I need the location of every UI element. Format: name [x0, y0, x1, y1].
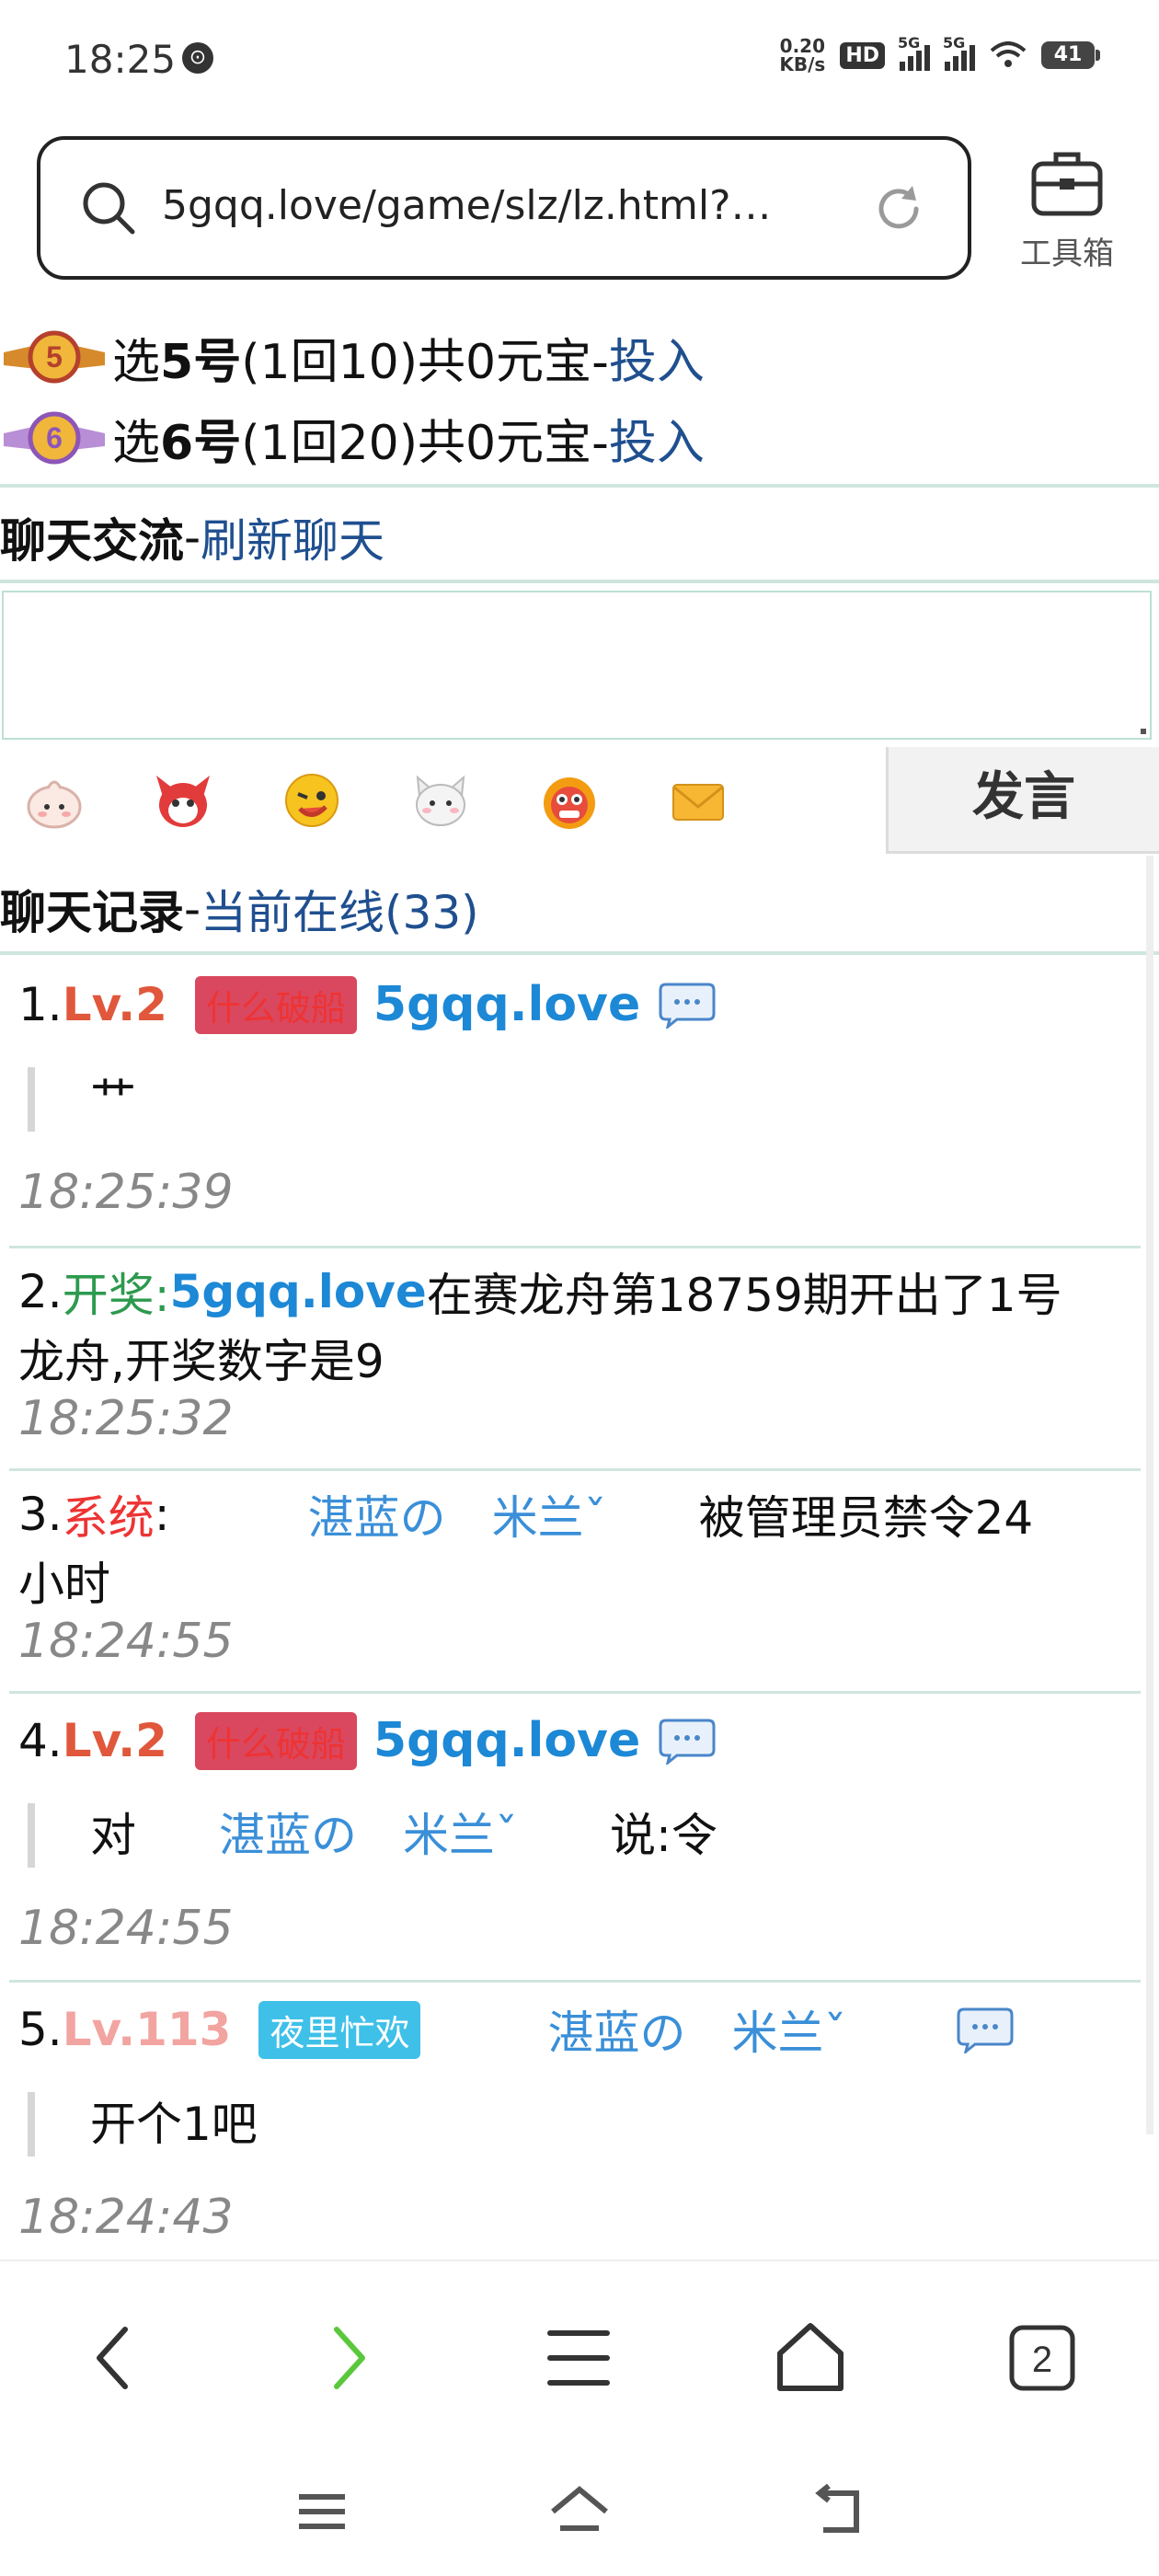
svg-text:5: 5 — [46, 340, 63, 374]
chat-message: 4. Lv.2 什么破船 5gqq.love 对湛蓝の 米兰ˇ 说:令 18:24:… — [18, 1704, 1141, 1956]
battery-icon: 41 — [1041, 41, 1100, 69]
url-text[interactable]: 5gqq.love/game/slz/lz.html?… — [162, 182, 771, 229]
svg-text:2: 2 — [1032, 2340, 1052, 2380]
address-bar[interactable]: 5gqq.love/game/slz/lz.html?… — [37, 136, 971, 280]
chat-heading: 聊天交流 - 刷新聊天 — [0, 504, 384, 570]
user-tag: 什么破船 — [194, 975, 357, 1034]
reload-icon[interactable] — [870, 180, 927, 237]
chat-bubble-icon[interactable] — [659, 981, 716, 1029]
wifi-icon — [990, 41, 1027, 67]
number-5-badge-icon: 5 — [4, 330, 105, 384]
bun-emoji-icon[interactable] — [22, 768, 86, 833]
signal-icon-2: 5G — [943, 34, 975, 71]
message-time: 18:24:55 — [18, 1614, 234, 1669]
username-link[interactable]: 湛蓝の 米兰ˇ — [308, 1481, 607, 1547]
refresh-chat-link[interactable]: 刷新聊天 — [201, 504, 384, 570]
system-nav-bar — [0, 2447, 1159, 2576]
divider — [9, 1980, 1141, 1983]
chat-message: 3. 系统: 湛蓝の 米兰ˇ 被管理员禁令24 小时 18:24:55 — [18, 1481, 1141, 1669]
status-time: 18:25 — [64, 37, 177, 82]
user-level: Lv.2 — [62, 1714, 167, 1767]
message-time: 18:24:55 — [18, 1901, 234, 1956]
username-link[interactable]: 湛蓝の 米兰ˇ — [547, 1996, 846, 2063]
divider — [9, 1468, 1141, 1471]
chat-bubble-icon[interactable] — [659, 1717, 716, 1765]
send-button[interactable]: 发言 — [886, 747, 1159, 854]
divider — [0, 580, 1159, 583]
toolbox-label: 工具箱 — [1020, 236, 1114, 272]
status-bar: 18:25 ⊙ 0.20 KB/s HD 5G 5G 41 — [0, 0, 1159, 120]
message-text: 艹 — [28, 1067, 1141, 1132]
number-6-badge-icon: 6 — [4, 411, 105, 465]
vpn-icon: ⊙ — [182, 42, 213, 74]
chat-input[interactable] — [2, 591, 1152, 740]
invest-link-5[interactable]: 投入 — [609, 323, 705, 392]
svg-text:6: 6 — [46, 421, 63, 454]
user-tag: 夜里忙欢 — [258, 2000, 421, 2059]
resize-handle[interactable] — [1141, 729, 1146, 734]
divider — [0, 484, 1159, 488]
cat-emoji-icon[interactable] — [408, 768, 473, 833]
username-link[interactable]: 5gqq.love — [170, 1265, 427, 1318]
home-icon[interactable] — [769, 2317, 852, 2399]
back-icon[interactable] — [74, 2317, 156, 2399]
username-link[interactable]: 5gqq.love — [373, 977, 640, 1032]
divider — [0, 951, 1159, 955]
chat-message: 5. Lv.113 夜里忙欢 湛蓝の 米兰ˇ 开个1吧 18:24:43 — [18, 1993, 1141, 2245]
system-home-icon[interactable] — [547, 2484, 612, 2539]
forward-icon[interactable] — [305, 2317, 388, 2399]
message-text: 对湛蓝の 米兰ˇ 说:令 — [28, 1803, 1141, 1868]
online-count-link[interactable]: 当前在线(33) — [201, 876, 479, 942]
emoji-bar — [0, 754, 773, 846]
tabs-icon[interactable]: 2 — [1001, 2317, 1084, 2399]
user-level: Lv.2 — [62, 978, 167, 1031]
username-link[interactable]: 5gqq.love — [373, 1713, 640, 1768]
records-heading: 聊天记录 - 当前在线(33) — [0, 876, 479, 942]
user-tag: 什么破船 — [194, 1711, 357, 1770]
lion-dance-emoji-icon[interactable] — [537, 768, 602, 833]
username-link[interactable]: 湛蓝の 米兰ˇ — [219, 1803, 518, 1868]
invest-link-6[interactable]: 投入 — [609, 404, 705, 473]
system-back-icon[interactable] — [805, 2484, 869, 2539]
bet-row-5: 5 选 5号 (1回10)共0元宝- 投入 — [0, 320, 705, 394]
menu-icon[interactable] — [537, 2317, 620, 2399]
divider — [9, 1691, 1141, 1694]
browser-nav-bar: 2 — [0, 2260, 1159, 2445]
envelope-emoji-icon[interactable] — [666, 768, 730, 833]
chat-message: 1. Lv.2 什么破船 5gqq.love 艹 18:25:39 — [18, 968, 1141, 1220]
message-time: 18:25:32 — [18, 1391, 234, 1446]
fox-emoji-icon[interactable] — [151, 768, 215, 833]
signal-icon: 5G — [898, 34, 930, 71]
message-time: 18:24:43 — [18, 2190, 234, 2245]
scrollbar[interactable] — [1146, 856, 1153, 2134]
message-time: 18:25:39 — [18, 1165, 234, 1220]
chat-message: 2. 开奖: 5gqq.love 在赛龙舟第18759期开出了1号 龙舟,开奖数字是9… — [18, 1259, 1141, 1446]
wink-emoji-icon[interactable] — [280, 768, 344, 833]
toolbox-icon — [1031, 152, 1103, 216]
recent-apps-icon[interactable] — [290, 2484, 354, 2539]
net-speed: 0.20 KB/s — [779, 35, 826, 75]
user-level: Lv.113 — [62, 2003, 232, 2056]
search-icon — [83, 182, 135, 235]
message-text: 开个1吧 — [28, 2092, 1141, 2156]
toolbox-button[interactable]: 工具箱 — [1012, 147, 1122, 276]
chat-bubble-icon[interactable] — [957, 2006, 1014, 2053]
bet-row-6: 6 选 6号 (1回20)共0元宝- 投入 — [0, 401, 705, 475]
hd-icon: HD — [840, 41, 885, 69]
divider — [9, 1246, 1141, 1248]
